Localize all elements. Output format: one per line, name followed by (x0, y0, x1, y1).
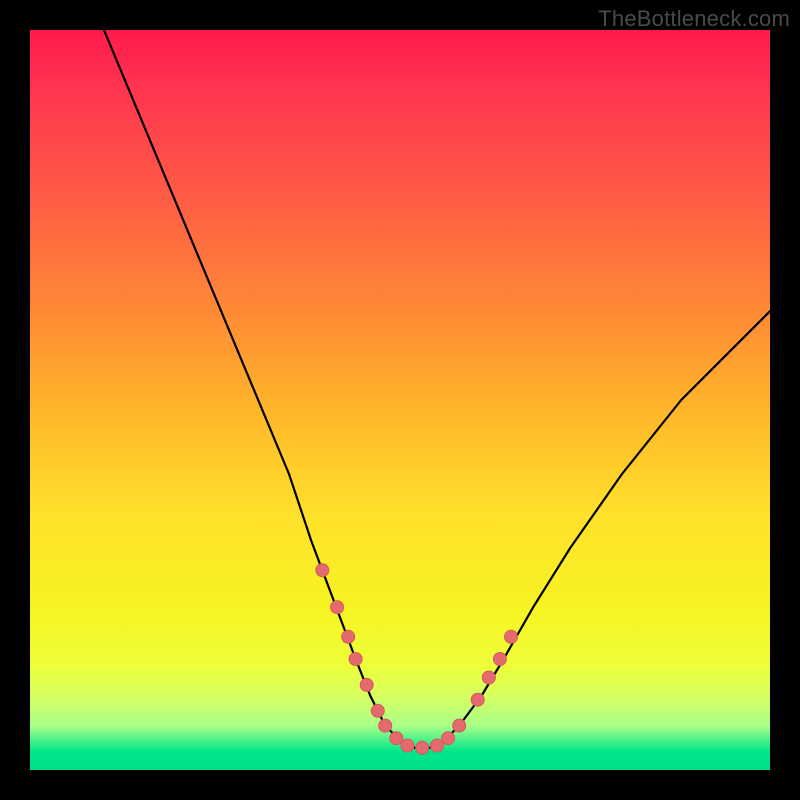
watermark-text: TheBottleneck.com (598, 6, 790, 32)
marker-dot (360, 678, 373, 691)
marker-dot (349, 653, 362, 666)
marker-dot (401, 739, 414, 752)
curve-layer (104, 30, 770, 748)
marker-dot (431, 739, 444, 752)
marker-dot (442, 732, 455, 745)
marker-dot (416, 741, 429, 754)
marker-layer (316, 564, 518, 755)
marker-dot (342, 630, 355, 643)
marker-dot (331, 601, 344, 614)
marker-dot (371, 704, 384, 717)
marker-dot (316, 564, 329, 577)
marker-dot (390, 732, 403, 745)
marker-dot (493, 653, 506, 666)
marker-dot (379, 719, 392, 732)
marker-dot (482, 671, 495, 684)
chart-frame: TheBottleneck.com (0, 0, 800, 800)
chart-svg (30, 30, 770, 770)
marker-dot (505, 630, 518, 643)
main-curve (104, 30, 770, 748)
marker-dot (453, 719, 466, 732)
plot-area (30, 30, 770, 770)
marker-dot (471, 693, 484, 706)
